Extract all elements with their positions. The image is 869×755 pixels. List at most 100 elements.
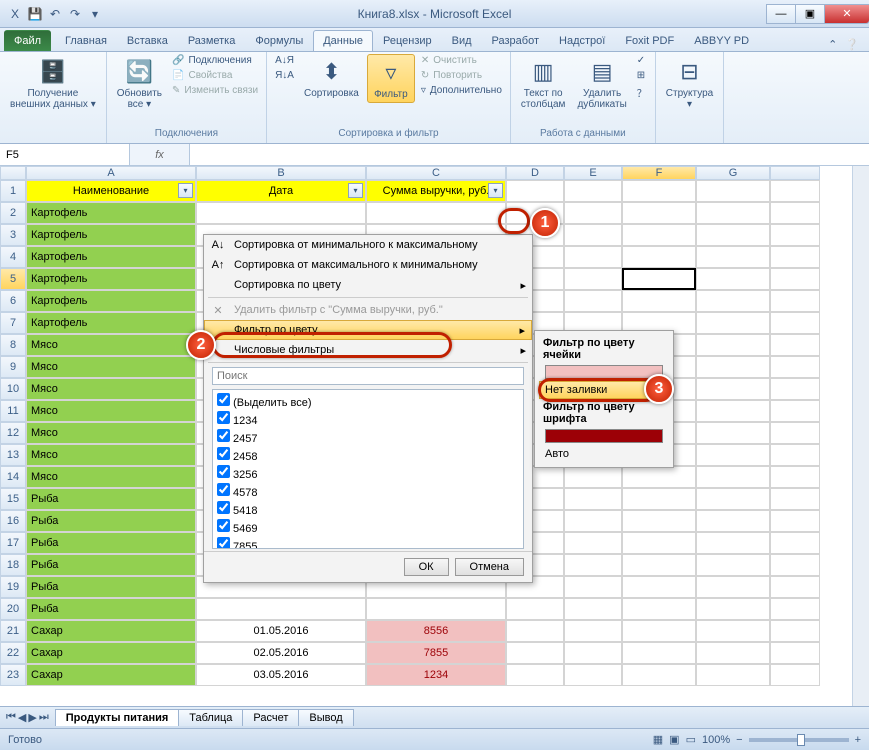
- sort-az-button[interactable]: А↓Я: [273, 54, 296, 67]
- cell[interactable]: [696, 444, 770, 466]
- filter-value-checkbox[interactable]: 2458: [215, 446, 521, 464]
- cell[interactable]: [622, 246, 696, 268]
- cell[interactable]: [564, 620, 622, 642]
- cell-name[interactable]: Рыба: [26, 532, 196, 554]
- filter-button[interactable]: ▿Фильтр: [367, 54, 415, 103]
- rowhead[interactable]: 4: [0, 246, 26, 268]
- cell[interactable]: [770, 422, 820, 444]
- cell-name[interactable]: Картофель: [26, 246, 196, 268]
- cell[interactable]: [622, 180, 696, 202]
- tab-developer[interactable]: Разработ: [482, 30, 549, 51]
- cell-sum[interactable]: [366, 202, 506, 224]
- cell-date[interactable]: 01.05.2016: [196, 620, 366, 642]
- header-cell-date[interactable]: Дата▾: [196, 180, 366, 202]
- select-all-checkbox[interactable]: (Выделить все): [215, 392, 521, 410]
- colhead-a[interactable]: A: [26, 166, 196, 180]
- cell[interactable]: [696, 466, 770, 488]
- cell[interactable]: [696, 180, 770, 202]
- cell[interactable]: [696, 312, 770, 334]
- cell-name[interactable]: Мясо: [26, 378, 196, 400]
- sort-za-button[interactable]: Я↓А: [273, 69, 296, 82]
- cell[interactable]: [622, 202, 696, 224]
- tab-file[interactable]: Файл: [4, 30, 51, 51]
- cell[interactable]: [564, 642, 622, 664]
- cell[interactable]: [622, 664, 696, 686]
- cell-name[interactable]: Рыба: [26, 598, 196, 620]
- sheet-tab[interactable]: Продукты питания: [55, 709, 180, 726]
- cell[interactable]: [770, 532, 820, 554]
- colhead-e[interactable]: E: [564, 166, 622, 180]
- zoom-out-button[interactable]: −: [736, 734, 742, 746]
- cell[interactable]: [770, 466, 820, 488]
- cell[interactable]: [696, 554, 770, 576]
- tab-foxit[interactable]: Foxit PDF: [615, 30, 684, 51]
- sheet-tab[interactable]: Таблица: [178, 709, 243, 726]
- ok-button[interactable]: ОК: [404, 558, 449, 576]
- cell[interactable]: [770, 576, 820, 598]
- filter-value-checkbox[interactable]: 3256: [215, 464, 521, 482]
- minimize-button[interactable]: —: [766, 4, 796, 24]
- cell[interactable]: [696, 334, 770, 356]
- cell[interactable]: [564, 224, 622, 246]
- rowhead[interactable]: 8: [0, 334, 26, 356]
- whatif-button[interactable]: ？: [635, 84, 649, 101]
- cell[interactable]: [564, 180, 622, 202]
- outline-button[interactable]: ⊟Структура ▾: [662, 54, 717, 112]
- cell[interactable]: [622, 510, 696, 532]
- cell[interactable]: [696, 422, 770, 444]
- refresh-all-button[interactable]: 🔄Обновить все ▾: [113, 54, 166, 112]
- filter-value-checkbox[interactable]: 5418: [215, 500, 521, 518]
- cell-name[interactable]: Рыба: [26, 488, 196, 510]
- cell[interactable]: [696, 488, 770, 510]
- rowhead[interactable]: 11: [0, 400, 26, 422]
- zoom-slider[interactable]: [749, 738, 849, 742]
- cell[interactable]: [564, 466, 622, 488]
- cell[interactable]: [696, 290, 770, 312]
- cell-name[interactable]: Мясо: [26, 444, 196, 466]
- cell[interactable]: [696, 664, 770, 686]
- cell-name[interactable]: Мясо: [26, 334, 196, 356]
- text-to-columns-button[interactable]: ▥Текст по столбцам: [517, 54, 570, 112]
- reapply-button[interactable]: ↻Повторить: [419, 69, 504, 82]
- tab-review[interactable]: Рецензир: [373, 30, 442, 51]
- cell[interactable]: [770, 444, 820, 466]
- filter-search-input[interactable]: [212, 367, 524, 385]
- select-all-corner[interactable]: [0, 166, 26, 180]
- cancel-button[interactable]: Отмена: [455, 558, 524, 576]
- filter-value-checkbox[interactable]: 7855: [215, 536, 521, 549]
- rowhead[interactable]: 13: [0, 444, 26, 466]
- get-external-data-button[interactable]: 🗄️Получение внешних данных ▾: [6, 54, 100, 112]
- cell[interactable]: [770, 312, 820, 334]
- auto-item[interactable]: Авто: [539, 445, 669, 463]
- sheet-tab[interactable]: Расчет: [242, 709, 299, 726]
- cell[interactable]: [622, 554, 696, 576]
- cell-name[interactable]: Сахар: [26, 620, 196, 642]
- first-sheet-icon[interactable]: ⏮: [6, 711, 16, 724]
- next-sheet-icon[interactable]: ▶: [28, 711, 36, 724]
- cell[interactable]: [622, 488, 696, 510]
- cell-sum[interactable]: 8556: [366, 620, 506, 642]
- cell[interactable]: [770, 202, 820, 224]
- tab-view[interactable]: Вид: [442, 30, 482, 51]
- cell[interactable]: [564, 290, 622, 312]
- cell-date[interactable]: 02.05.2016: [196, 642, 366, 664]
- cell[interactable]: [564, 532, 622, 554]
- rowhead[interactable]: 9: [0, 356, 26, 378]
- rowhead[interactable]: 2: [0, 202, 26, 224]
- cell-name[interactable]: Рыба: [26, 554, 196, 576]
- cell[interactable]: [564, 268, 622, 290]
- cell[interactable]: [564, 510, 622, 532]
- cell-name[interactable]: Картофель: [26, 202, 196, 224]
- rowhead[interactable]: 15: [0, 488, 26, 510]
- rowhead[interactable]: 18: [0, 554, 26, 576]
- cell[interactable]: [506, 180, 564, 202]
- cell[interactable]: [696, 378, 770, 400]
- cell[interactable]: [506, 620, 564, 642]
- cell-name[interactable]: Картофель: [26, 268, 196, 290]
- tab-data[interactable]: Данные: [313, 30, 373, 51]
- cell[interactable]: [696, 356, 770, 378]
- undo-icon[interactable]: ↶: [46, 5, 64, 23]
- cell[interactable]: [770, 664, 820, 686]
- cell[interactable]: [770, 488, 820, 510]
- color-swatch-darkred[interactable]: [545, 429, 663, 443]
